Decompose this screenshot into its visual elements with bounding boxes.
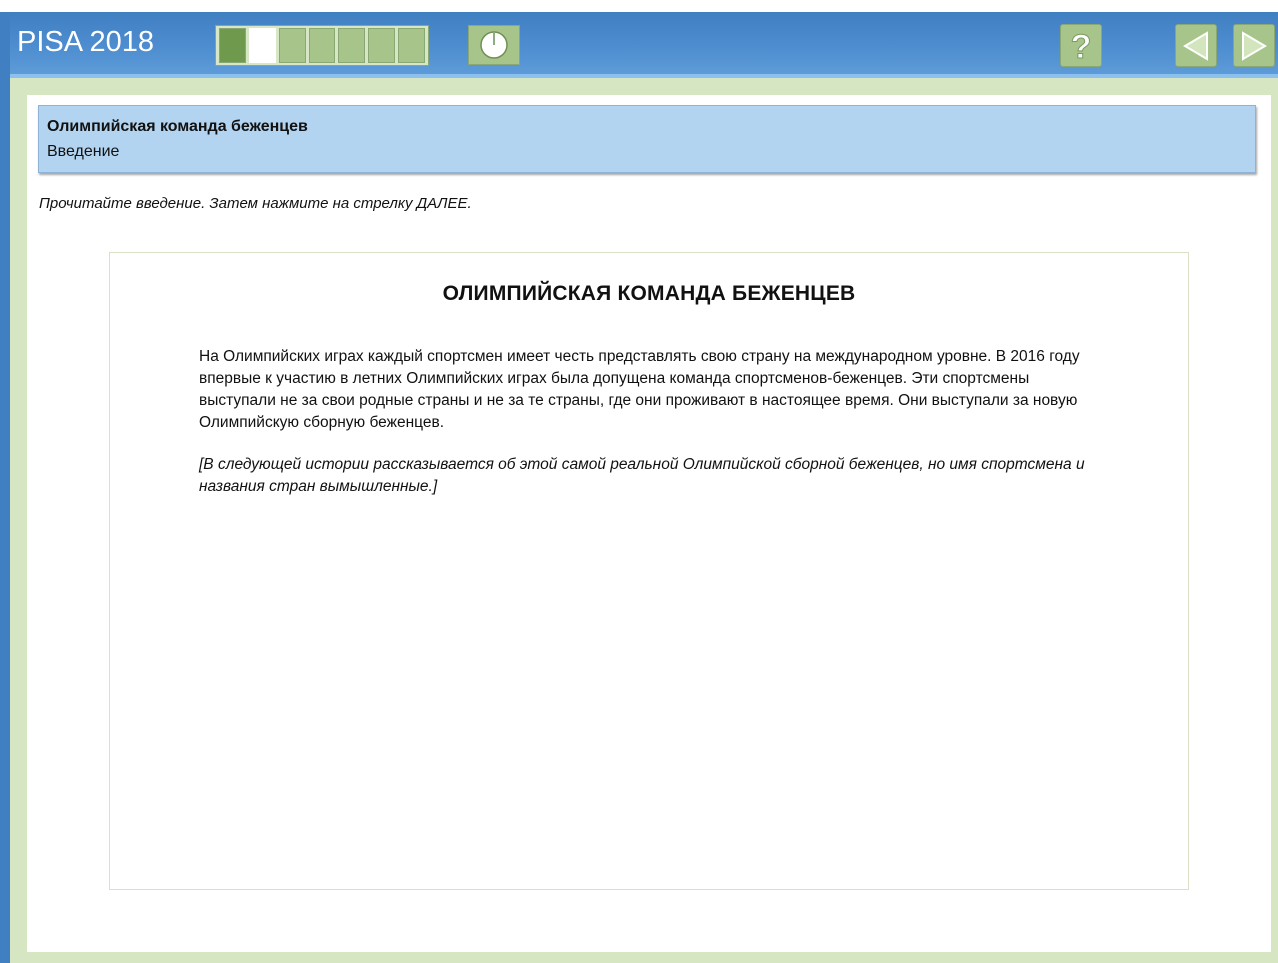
help-button[interactable]: ? — [1060, 24, 1102, 67]
unit-subtitle: Введение — [47, 143, 120, 160]
svg-text:?: ? — [1071, 29, 1092, 63]
progress-segment-current — [248, 28, 276, 63]
progress-segment-done — [219, 28, 246, 63]
app-window: PISA 2018 ? Олимпийская команда беженцев — [0, 0, 1278, 963]
progress-segment — [308, 28, 336, 63]
progress-segment — [338, 28, 366, 63]
back-button[interactable] — [1175, 24, 1217, 67]
left-border — [0, 12, 10, 963]
document-note: [В следующей истории рассказывается об э… — [199, 456, 1085, 495]
unit-title: Олимпийская команда беженцев — [47, 118, 308, 135]
instruction-text: Прочитайте введение. Затем нажмите на ст… — [39, 195, 472, 212]
progress-segment — [278, 28, 306, 63]
document-body: На Олимпийских играх каждый спортсмен им… — [199, 348, 1080, 431]
top-strip — [0, 0, 1278, 12]
back-arrow-icon — [1183, 30, 1208, 61]
progress-indicator — [215, 25, 429, 66]
progress-segment — [368, 28, 396, 63]
timer-button[interactable] — [468, 25, 520, 65]
stimulus-document: ОЛИМПИЙСКАЯ КОМАНДА БЕЖЕНЦЕВ На Олимпийс… — [109, 252, 1189, 890]
next-button[interactable] — [1233, 24, 1275, 67]
next-arrow-icon — [1242, 30, 1267, 61]
question-mark-icon: ? — [1070, 29, 1092, 63]
app-title: PISA 2018 — [17, 26, 155, 58]
clock-icon — [480, 31, 508, 59]
unit-banner: Олимпийская команда беженцев Введение — [38, 105, 1256, 173]
document-heading: ОЛИМПИЙСКАЯ КОМАНДА БЕЖЕНЦЕВ — [442, 282, 856, 305]
progress-segment — [398, 28, 426, 63]
